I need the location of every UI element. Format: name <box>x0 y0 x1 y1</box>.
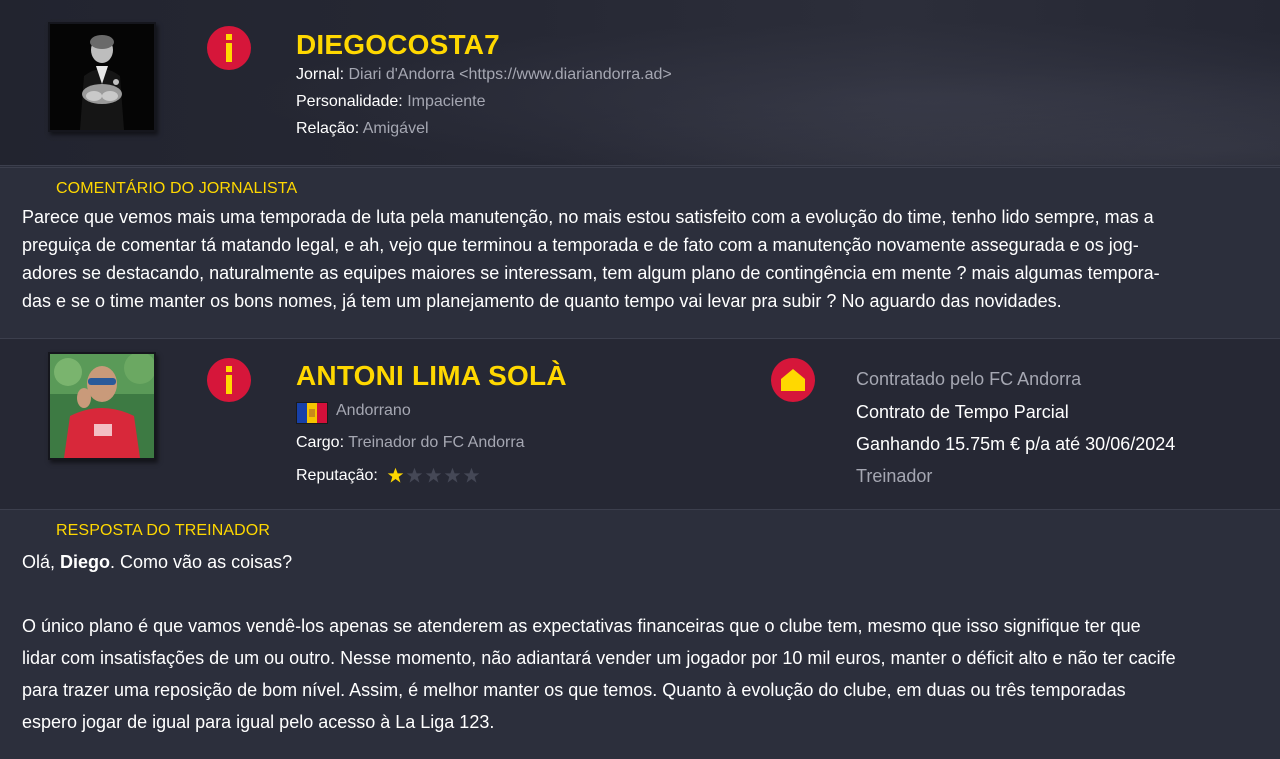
coach-panel <box>0 339 1280 509</box>
role-label: Cargo: <box>296 434 345 451</box>
coach-reply-heading: RESPOSTA DO TREINADOR <box>56 522 270 539</box>
contract-position: Treinador <box>856 466 933 486</box>
coach-nationality[interactable]: Andorrano <box>336 402 411 420</box>
coach-avatar-image <box>50 354 154 458</box>
reply-line: para trazer uma reposição de bom nível. … <box>22 680 1126 700</box>
personality-value: Impaciente <box>407 93 486 110</box>
greeting-post: . Como vão as coisas? <box>110 552 293 572</box>
coach-reply-section: RESPOSTA DO TREINADOR Olá, Diego. Como v… <box>0 509 1280 759</box>
journalist-name[interactable]: DIEGOCOSTA7 <box>296 29 500 61</box>
home-icon <box>771 358 815 402</box>
role-value[interactable]: Treinador do FC Andorra <box>348 434 524 451</box>
journalist-comment-text: Parece que vemos mais uma temporada de l… <box>22 203 1264 315</box>
contract-type: Contrato de Tempo Parcial <box>856 402 1069 422</box>
coach-name[interactable]: ANTONI LIMA SOLÀ <box>296 360 567 392</box>
reply-line: O único plano é que vamos vendê-los apen… <box>22 616 1141 636</box>
star-icon <box>387 467 404 483</box>
coach-avatar[interactable] <box>48 352 156 460</box>
comment-line: Parece que vemos mais uma temporada de l… <box>22 207 1154 227</box>
journalist-relation: Relação: Amigável <box>296 120 429 138</box>
star-icon <box>463 467 480 483</box>
comment-line: adores se destacando, naturalmente as eq… <box>22 263 1160 283</box>
star-icon <box>444 467 461 483</box>
greeting-pre: Olá, <box>22 552 61 572</box>
comment-line: das e se o time manter os bons nomes, já… <box>22 291 1062 311</box>
coach-role: Cargo: Treinador do FC Andorra <box>296 434 525 452</box>
personality-label: Personalidade: <box>296 93 403 110</box>
journalist-comment-heading: COMENTÁRIO DO JORNALISTA <box>56 180 298 197</box>
newspaper-value[interactable]: Diari d'Andorra <https://www.diariandorr… <box>348 66 671 83</box>
journalist-avatar[interactable] <box>48 22 156 132</box>
comment-line: preguiça de comentar tá matando legal, e… <box>22 235 1139 255</box>
star-icon <box>425 467 442 483</box>
contract-salary: Ganhando 15.75m € p/a até 30/06/2024 <box>856 434 1176 454</box>
journalist-avatar-image <box>50 24 154 130</box>
journalist-newspaper: Jornal: Diari d'Andorra <https://www.dia… <box>296 66 672 84</box>
newspaper-label: Jornal: <box>296 66 345 83</box>
reputation-stars <box>387 467 480 484</box>
reply-line: lidar com insatisfações de um ou outro. … <box>22 648 1176 668</box>
journalist-comment-section: COMENTÁRIO DO JORNALISTA Parece que vemo… <box>0 167 1280 339</box>
andorra-flag-icon <box>296 402 328 424</box>
reply-line: espero jogar de igual para igual pelo ac… <box>22 712 495 732</box>
journalist-info-icon[interactable] <box>207 26 251 70</box>
coach-reply-text: O único plano é que vamos vendê-los apen… <box>22 610 1264 738</box>
relation-label: Relação: <box>296 120 360 137</box>
greeting-name: Diego <box>60 552 111 572</box>
star-icon <box>406 467 423 483</box>
journalist-personality: Personalidade: Impaciente <box>296 93 485 111</box>
coach-reply-greeting: Olá, Diego. Como vão as coisas? <box>22 546 1264 578</box>
coach-info-icon[interactable] <box>207 358 251 402</box>
relation-value: Amigável <box>362 120 429 137</box>
coach-reputation-label: Reputação: <box>296 467 378 484</box>
contract-hired-by[interactable]: Contratado pelo FC Andorra <box>856 369 1081 390</box>
